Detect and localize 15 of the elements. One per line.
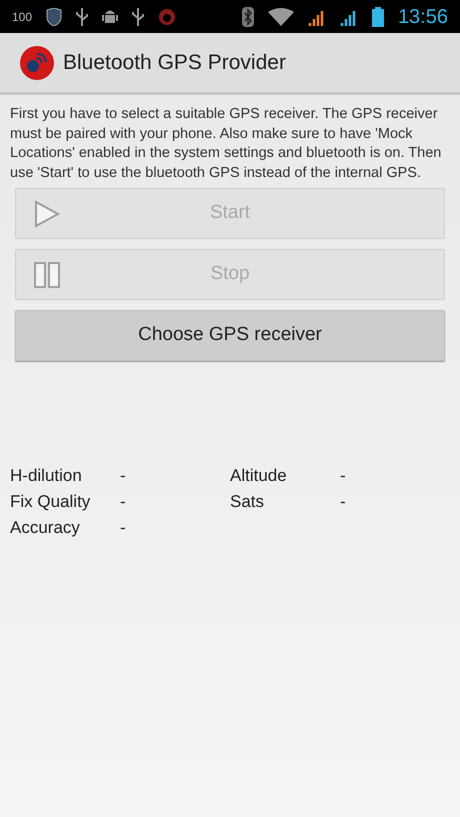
stat-label: Sats: [230, 491, 266, 513]
stat-label: H-dilution: [10, 465, 83, 487]
stat-label: Altitude: [230, 465, 288, 487]
stat-value: -: [120, 517, 127, 539]
stat-label: Fix Quality: [10, 491, 92, 513]
choose-receiver-button[interactable]: Choose GPS receiver: [15, 310, 445, 361]
stat-value: -: [120, 491, 127, 513]
stat-label: Accuracy: [10, 517, 81, 539]
instructions-text: First you have to select a suitable GPS receiver. The GPS receiver must be paired with your phone. Also make sure to have 'Mock Locations' enabled in the system settings and bluetooth is on. Then use 'Start' to use the bluetooth GPS instead of the internal GPS.: [10, 105, 442, 182]
stat-value: -: [340, 465, 347, 487]
app-title: Bluetooth GPS Provider: [63, 50, 286, 76]
clock: 13:56: [398, 4, 448, 30]
stat-value: -: [340, 491, 347, 513]
stat-value: -: [120, 465, 127, 487]
battery-percent: 100: [12, 8, 32, 26]
